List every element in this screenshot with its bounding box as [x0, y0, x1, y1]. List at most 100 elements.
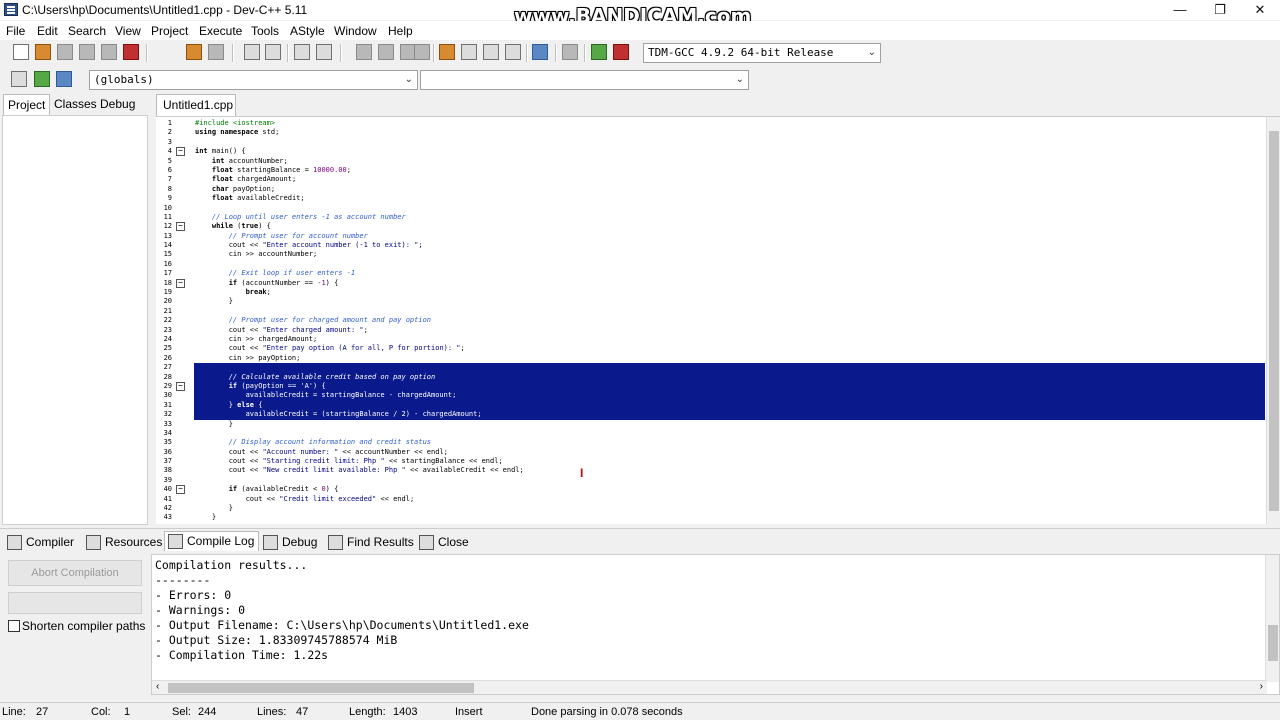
rebuild-icon[interactable]	[505, 44, 521, 60]
code-line[interactable]: 24 cin >> chargedAmount;	[156, 335, 1266, 344]
code-line[interactable]: 9 float availableCredit;	[156, 194, 1266, 203]
undo-icon[interactable]	[186, 44, 202, 60]
code-line[interactable]: 39	[156, 476, 1266, 485]
close-file-icon[interactable]	[101, 44, 117, 60]
code-line[interactable]: 27	[156, 363, 1266, 373]
code-line[interactable]: 28 // Calculate available credit based o…	[156, 372, 1266, 382]
print-icon[interactable]	[123, 44, 139, 60]
save-all-icon[interactable]	[79, 44, 95, 60]
code-line[interactable]: 23 cout << "Enter charged amount: ";	[156, 326, 1266, 335]
goto-forward-icon[interactable]	[378, 44, 394, 60]
code-line[interactable]: 32 availableCredit = (startingBalance / …	[156, 410, 1266, 420]
unindent-icon[interactable]	[316, 44, 332, 60]
code-line[interactable]: 3	[156, 138, 1266, 147]
scrollbar-thumb[interactable]	[1268, 625, 1278, 661]
code-editor[interactable]: 1 #include <iostream> 2 using namespace std…	[156, 116, 1280, 524]
menu-edit[interactable]: Edit	[37, 24, 58, 38]
code-line[interactable]: 25 cout << "Enter pay option (A for all,…	[156, 344, 1266, 353]
code-line[interactable]: 17 // Exit loop if user enters -1	[156, 269, 1266, 278]
tab-project[interactable]: Project	[3, 94, 51, 115]
code-line[interactable]: 21	[156, 307, 1266, 316]
code-line[interactable]: 16	[156, 260, 1266, 269]
compile-run-icon[interactable]	[483, 44, 499, 60]
fold-toggle-icon[interactable]: −	[176, 381, 185, 391]
code-line[interactable]: 20 }	[156, 297, 1266, 306]
tab-untitled1-cpp[interactable]: Untitled1.cpp	[156, 94, 236, 116]
code-line[interactable]: 2 using namespace std;	[156, 128, 1266, 137]
log-vertical-scrollbar[interactable]	[1265, 555, 1279, 682]
code-line[interactable]: 43 }	[156, 513, 1266, 522]
add-to-project-icon[interactable]	[34, 71, 50, 87]
compile-icon[interactable]	[439, 44, 455, 60]
new-project-icon[interactable]	[11, 71, 27, 87]
save-icon[interactable]	[57, 44, 73, 60]
stop-icon[interactable]	[562, 44, 578, 60]
code-line[interactable]: 22 // Prompt user for charged amount and…	[156, 316, 1266, 325]
tab-debug[interactable]: Debug	[96, 94, 139, 115]
shorten-paths-checkbox[interactable]	[8, 620, 20, 632]
fold-toggle-icon[interactable]: −	[176, 222, 185, 232]
menu-window[interactable]: Window	[334, 24, 377, 38]
minimize-button[interactable]: —	[1160, 0, 1200, 20]
debug-icon[interactable]	[613, 44, 629, 60]
code-line[interactable]: 18− if (accountNumber == -1) {	[156, 278, 1266, 288]
code-line[interactable]: 37 cout << "Starting credit limit: Php "…	[156, 457, 1266, 466]
code-line[interactable]: 7 float chargedAmount;	[156, 175, 1266, 184]
code-line[interactable]: 13 // Prompt user for account number	[156, 232, 1266, 241]
tab-debug-bottom[interactable]: Debug	[260, 533, 321, 553]
log-horizontal-scrollbar[interactable]: ‹ ›	[152, 680, 1267, 694]
find-icon[interactable]	[244, 44, 260, 60]
indent-icon[interactable]	[294, 44, 310, 60]
new-file-icon[interactable]	[13, 44, 29, 60]
close-window-button[interactable]: ✕	[1240, 0, 1280, 20]
code-line[interactable]: 6 float startingBalance = 10000.00;	[156, 166, 1266, 175]
scrollbar-thumb[interactable]	[1269, 131, 1279, 511]
code-line[interactable]: 10	[156, 204, 1266, 213]
code-line[interactable]: 29− if (payOption == 'A') {	[156, 381, 1266, 392]
run-icon[interactable]	[461, 44, 477, 60]
code-line[interactable]: 35 // Display account information and cr…	[156, 438, 1266, 447]
code-line[interactable]: 19 break;	[156, 288, 1266, 297]
globals-select[interactable]: (globals) ⌄	[89, 70, 418, 90]
project-options-icon[interactable]	[56, 71, 72, 87]
scrollbar-thumb[interactable]	[168, 683, 474, 693]
code-line[interactable]: 38 cout << "New credit limit available: …	[156, 466, 1266, 475]
code-line[interactable]: 30 availableCredit = startingBalance - c…	[156, 391, 1266, 401]
menu-astyle[interactable]: AStyle	[290, 24, 325, 38]
menu-project[interactable]: Project	[151, 24, 188, 38]
maximize-button[interactable]: ❐	[1200, 0, 1240, 20]
compiler-select[interactable]: TDM-GCC 4.9.2 64-bit Release ⌄	[643, 43, 881, 63]
profile-chart-icon[interactable]	[591, 44, 607, 60]
tab-compiler[interactable]: Compiler	[4, 533, 78, 553]
editor-vertical-scrollbar[interactable]	[1266, 117, 1280, 524]
code-line[interactable]: 15 cin >> accountNumber;	[156, 250, 1266, 259]
menu-help[interactable]: Help	[388, 24, 413, 38]
code-line[interactable]: 42 }	[156, 504, 1266, 513]
code-line[interactable]: 34	[156, 429, 1266, 438]
code-line[interactable]: 36 cout << "Account number: " << account…	[156, 448, 1266, 457]
open-file-icon[interactable]	[35, 44, 51, 60]
code-line[interactable]: 8 char payOption;	[156, 185, 1266, 194]
code-line[interactable]: 41 cout << "Credit limit exceeded" << en…	[156, 495, 1266, 504]
compile-log-output[interactable]: Compilation results... -------- - Errors: …	[151, 554, 1280, 695]
fold-toggle-icon[interactable]: −	[176, 147, 185, 157]
bookmark-next-icon[interactable]	[414, 44, 430, 60]
fold-toggle-icon[interactable]: −	[176, 278, 185, 288]
code-line[interactable]: 1 #include <iostream>	[156, 119, 1266, 128]
code-line[interactable]: 14 cout << "Enter account number (-1 to …	[156, 241, 1266, 250]
replace-icon[interactable]	[265, 44, 281, 60]
code-line[interactable]: 40− if (availableCredit < 0) {	[156, 485, 1266, 495]
code-line[interactable]: 11 // Loop until user enters -1 as accou…	[156, 213, 1266, 222]
menu-search[interactable]: Search	[68, 24, 106, 38]
project-browser[interactable]	[2, 115, 148, 525]
code-line[interactable]: 5 int accountNumber;	[156, 157, 1266, 166]
tab-close[interactable]: Close	[416, 533, 473, 553]
code-line[interactable]: 26 cin >> payOption;	[156, 354, 1266, 363]
tab-classes[interactable]: Classes	[50, 94, 101, 115]
code-line[interactable]: 33 }	[156, 420, 1266, 429]
menu-view[interactable]: View	[115, 24, 141, 38]
tab-compile-log[interactable]: Compile Log	[164, 531, 260, 551]
redo-icon[interactable]	[208, 44, 224, 60]
tab-resources[interactable]: Resources	[83, 533, 166, 553]
menu-tools[interactable]: Tools	[251, 24, 279, 38]
